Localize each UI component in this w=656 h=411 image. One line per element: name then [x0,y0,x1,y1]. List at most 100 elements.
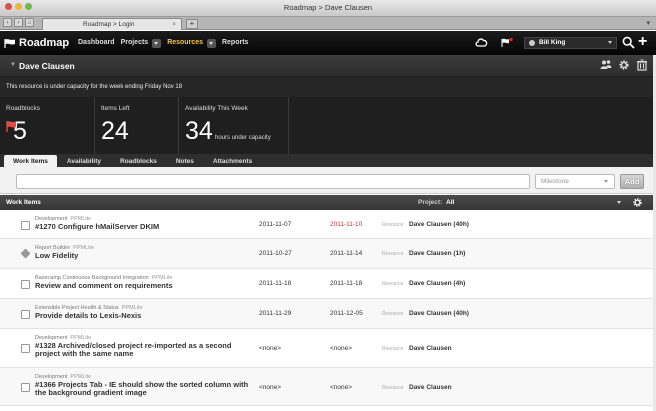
table-row[interactable]: Development PPMLite #1270 Configure hMail… [0,210,656,239]
resource-label: Resource [382,281,404,287]
availability-label: Availability This Week [185,105,248,112]
forward-icon[interactable]: › [14,18,23,27]
browser-tab[interactable]: Roadmap > Login × [42,18,182,30]
brand-logo[interactable]: Roadmap [4,36,69,50]
projects-dropdown-icon[interactable] [152,39,162,48]
due-date: <none> [330,384,353,391]
gear-icon[interactable] [632,197,643,208]
cloud-icon[interactable] [475,37,488,48]
table-row[interactable]: Development PPMLite #1328 Archived/closed… [0,329,656,368]
table-row[interactable]: Basecamp Continuous Background Integrati… [0,269,656,299]
new-work-item-input[interactable] [16,174,530,189]
trash-icon[interactable] [636,59,648,71]
table-row[interactable]: Extensible Project Health & Status PPMLit… [0,299,656,329]
chevron-down-icon [604,180,608,183]
tab-work-items[interactable]: Work Items [4,155,57,167]
nav-reports[interactable]: Reports [222,39,248,46]
capacity-notice: This resource is under capacity for the … [0,77,656,97]
due-date: <none> [330,345,353,352]
start-date: <none> [259,384,282,391]
nav-dashboard[interactable]: Dashboard [78,39,115,46]
add-button[interactable]: Add [620,174,644,189]
roadblocks-value: 5 [13,117,27,145]
window-titlebar: Roadmap > Dave Clausen [0,0,656,17]
complete-checkbox[interactable] [21,383,30,392]
work-items-title: Work Items [6,199,41,206]
item-title[interactable]: #1270 Configure hMailServer DKIM [35,223,255,231]
complete-checkbox[interactable] [21,221,30,230]
tab-menu-icon[interactable]: ▾ [646,19,650,27]
milestone-diamond-icon [20,248,31,259]
resource-label: Resource [382,311,404,317]
item-title[interactable]: #1328 Archived/closed project re-importe… [35,342,255,358]
roadblock-flag-icon [6,121,16,132]
resource-assignment[interactable]: Dave Clausen [409,384,452,391]
resource-assignment[interactable]: Dave Clausen [409,345,452,352]
availability-subtext: hours under capacity [215,135,271,141]
roadblock-flag-icon[interactable] [500,37,513,48]
tab-roadblocks[interactable]: Roadblocks [111,155,166,167]
due-date: 2011-11-14 [330,250,363,257]
app-navbar: Roadmap Dashboard Projects Resources Rep… [0,31,656,55]
back-icon[interactable]: ‹ [3,18,12,27]
resource-label: Resource [382,222,404,228]
people-icon[interactable] [600,59,612,71]
gear-icon[interactable] [618,59,630,71]
home-icon[interactable]: ⌂ [25,18,34,27]
window-title: Roadmap > Dave Clausen [283,3,373,12]
resource-label: Resource [382,251,404,257]
chevron-down-icon[interactable] [617,201,621,204]
nav-projects[interactable]: Projects [121,39,149,46]
nav-resources[interactable]: Resources [167,39,203,46]
chevron-down-icon [608,41,612,44]
resource-name: Dave Clausen [19,61,75,71]
due-date: 2011-11-18 [330,280,363,287]
due-date: 2011-11-10 [330,221,363,228]
resources-dropdown-icon[interactable] [206,39,216,48]
complete-checkbox[interactable] [21,280,30,289]
work-items-header: Work Items Project: All [0,195,656,210]
tab-notes[interactable]: Notes [167,155,203,167]
start-date: 2011-11-29 [259,310,292,317]
resource-assignment[interactable]: Dave Clausen (1h) [409,250,465,257]
item-title[interactable]: Review and comment on requirements [35,282,255,290]
resource-actions [600,59,648,71]
close-tab-icon[interactable]: × [172,19,176,30]
section-tabs: Work Items Availability Roadblocks Notes… [0,154,656,167]
table-row[interactable]: Development PPMLite #1366 Projects Tab - … [0,368,656,406]
item-title[interactable]: Low Fidelity [35,252,255,260]
start-date: 2011-11-18 [259,280,292,287]
items-left-stat[interactable]: Items Left 24 [95,97,179,154]
user-icon [529,40,535,46]
table-row[interactable]: Report Builder PPMLite Low Fidelity 2011-… [0,239,656,269]
new-tab-button[interactable]: + [186,19,198,29]
brand-name: Roadmap [19,37,70,49]
resource-assignment[interactable]: Dave Clausen (4h) [409,280,465,287]
browser-tab-title: Roadmap > Login [83,21,135,28]
tab-availability[interactable]: Availability [58,155,110,167]
milestone-select[interactable]: Milestone [535,174,615,189]
item-title[interactable]: #1366 Projects Tab - IE should show the … [35,381,255,397]
browser-tab-strip: ‹ › ⌂ Roadmap > Login × + ▾ [0,17,656,30]
item-title[interactable]: Provide details to Lexis-Nexis [35,312,255,320]
add-new-icon[interactable]: + [638,34,647,50]
availability-stat[interactable]: Availability This Week 34 hours under ca… [179,97,289,154]
roadblocks-label: Roadblocks [6,105,40,112]
project-filter-value[interactable]: All [446,199,454,206]
resource-header: ▼ Dave Clausen [0,55,656,77]
items-left-label: Items Left [101,105,130,112]
work-items-list: Development PPMLite #1270 Configure hMail… [0,210,656,406]
roadblocks-stat[interactable]: Roadblocks 5 [0,97,95,154]
complete-checkbox[interactable] [21,344,30,353]
milestone-placeholder: Milestone [541,178,569,185]
resource-assignment[interactable]: Dave Clausen (40h) [409,310,469,317]
start-date: <none> [259,345,282,352]
collapse-chevron-icon[interactable]: ▼ [10,62,16,68]
complete-checkbox[interactable] [21,310,30,319]
user-menu[interactable]: Bill King [524,37,617,49]
main-nav: Dashboard Projects Resources Reports [78,38,248,48]
search-icon[interactable] [622,36,635,49]
tab-attachments[interactable]: Attachments [204,155,261,167]
resource-assignment[interactable]: Dave Clausen (40h) [409,221,469,228]
resource-label: Resource [382,385,404,391]
